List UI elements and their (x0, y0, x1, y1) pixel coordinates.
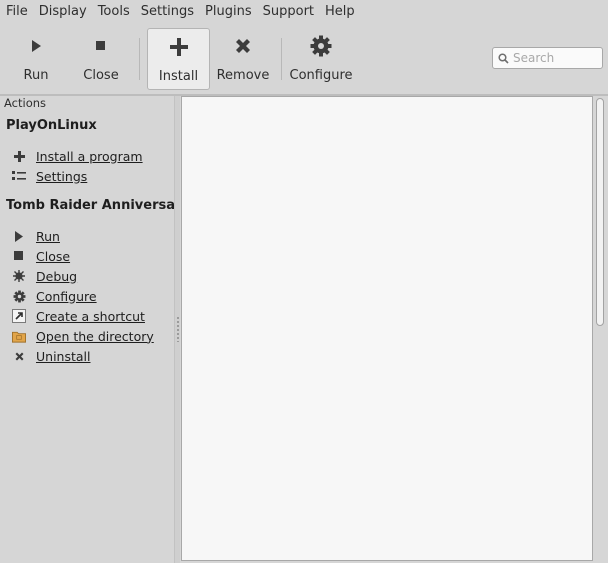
configure-button[interactable]: Configure (289, 28, 353, 90)
stop-icon (95, 28, 107, 64)
install-button-label: Install (158, 69, 199, 84)
toolbar-separator (139, 38, 140, 80)
menu-bar: File Display Tools Settings Plugins Supp… (0, 0, 608, 24)
action-uninstall[interactable]: Uninstall (0, 346, 174, 366)
vertical-scrollbar[interactable] (594, 96, 606, 561)
menu-support[interactable]: Support (259, 0, 318, 24)
x-icon (12, 349, 26, 363)
group-title-app: Tomb Raider Anniversary (6, 198, 174, 213)
action-create-shortcut-link[interactable]: Create a shortcut (36, 309, 145, 324)
action-settings-link[interactable]: Settings (36, 169, 87, 184)
menu-help[interactable]: Help (321, 0, 359, 24)
close-button[interactable]: Close (76, 28, 126, 90)
action-close-link[interactable]: Close (36, 249, 70, 264)
settings-list-icon (12, 169, 26, 183)
group-title-playonlinux: PlayOnLinux (6, 118, 97, 133)
pane-splitter[interactable] (174, 96, 180, 563)
remove-button[interactable]: Remove (216, 28, 270, 90)
configure-button-label: Configure (289, 68, 353, 83)
action-open-directory[interactable]: Open the directory (0, 326, 174, 346)
run-button-label: Run (23, 68, 49, 83)
bug-icon (12, 269, 26, 283)
menu-settings[interactable]: Settings (137, 0, 198, 24)
scrollbar-thumb[interactable] (596, 98, 604, 326)
action-configure-link[interactable]: Configure (36, 289, 97, 304)
close-button-label: Close (83, 68, 119, 83)
splitter-grip[interactable] (177, 316, 179, 342)
run-button[interactable]: Run (12, 28, 60, 90)
program-list-panel[interactable] (181, 96, 593, 561)
menu-display[interactable]: Display (35, 0, 91, 24)
plus-icon (12, 149, 26, 163)
play-icon (12, 229, 26, 243)
toolbar: Run Close Install Remove Configure Searc… (0, 24, 608, 94)
install-button[interactable]: Install (147, 28, 210, 90)
action-configure[interactable]: Configure (0, 286, 174, 306)
action-create-shortcut[interactable]: Create a shortcut (0, 306, 174, 326)
action-run[interactable]: Run (0, 226, 174, 246)
search-icon (498, 52, 509, 64)
folder-icon (12, 329, 26, 343)
search-input[interactable] (513, 51, 597, 65)
menu-plugins[interactable]: Plugins (201, 0, 256, 24)
remove-button-label: Remove (216, 68, 270, 83)
toolbar-separator (281, 38, 282, 80)
gear-icon (309, 28, 333, 64)
play-icon (29, 28, 43, 64)
gear-icon (12, 289, 26, 303)
actions-sidebar: Actions PlayOnLinux Install a program Se… (0, 96, 174, 563)
action-settings[interactable]: Settings (0, 166, 174, 186)
plus-icon (169, 29, 189, 65)
action-debug-link[interactable]: Debug (36, 269, 77, 284)
search-box[interactable] (492, 47, 603, 69)
action-uninstall-link[interactable]: Uninstall (36, 349, 91, 364)
action-debug[interactable]: Debug (0, 266, 174, 286)
action-run-link[interactable]: Run (36, 229, 60, 244)
menu-file[interactable]: File (2, 0, 32, 24)
action-close[interactable]: Close (0, 246, 174, 266)
action-install-program[interactable]: Install a program (0, 146, 174, 166)
action-install-program-link[interactable]: Install a program (36, 149, 143, 164)
actions-header: Actions (4, 96, 47, 110)
stop-icon (12, 249, 26, 263)
menu-tools[interactable]: Tools (94, 0, 134, 24)
action-open-directory-link[interactable]: Open the directory (36, 329, 154, 344)
shortcut-icon (12, 309, 26, 323)
remove-x-icon (233, 28, 253, 64)
